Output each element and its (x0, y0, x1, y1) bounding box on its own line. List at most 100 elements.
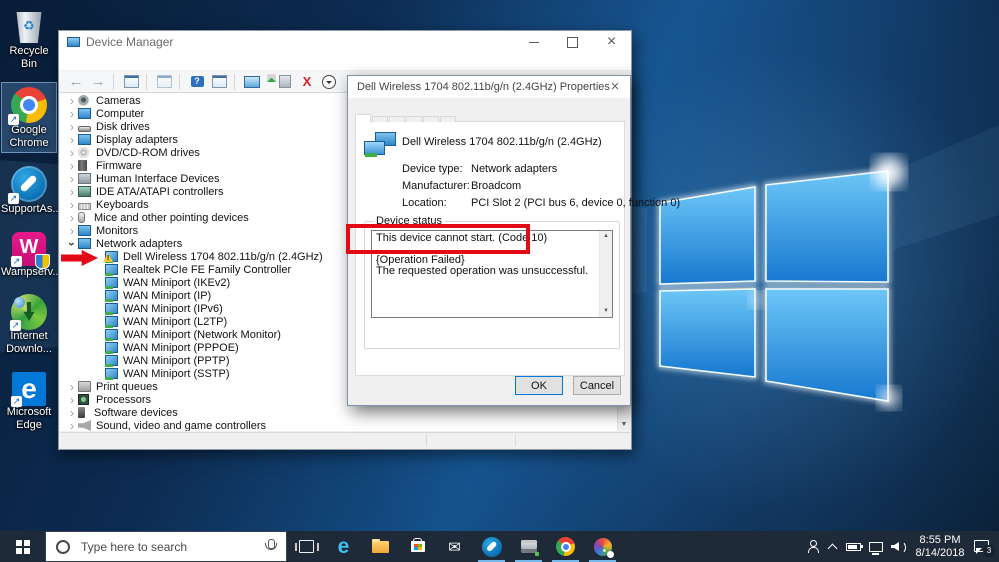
supportassist-taskbar-icon[interactable] (473, 531, 510, 562)
device-category-icon (105, 368, 118, 380)
device-category-icon (105, 290, 118, 302)
windows-logo-icon (15, 539, 22, 546)
chevron-icon[interactable] (66, 235, 78, 253)
tree-item[interactable]: Sound, video and game controllers (60, 419, 617, 431)
edge-taskbar-icon[interactable] (325, 531, 362, 562)
device-category-icon (78, 212, 85, 223)
network-adapter-icon (364, 132, 396, 158)
device-name: Dell Wireless 1704 802.11b/g/n (2.4GHz) (402, 136, 602, 148)
internet-download-manager-desktop-icon[interactable]: ↗ Internet Downlo... (1, 290, 57, 358)
file-explorer-taskbar-icon[interactable] (362, 531, 399, 562)
volume-icon[interactable] (891, 540, 906, 554)
device-category-icon (78, 134, 91, 145)
help-toolbar-icon[interactable] (179, 73, 208, 91)
device-category-icon (78, 147, 89, 158)
advanced-tab[interactable] (372, 116, 388, 122)
desktop-icon-art: ↗ (11, 232, 50, 269)
device-category-icon (105, 251, 118, 263)
microphone-icon[interactable] (264, 539, 277, 554)
field-value: Network adapters (471, 162, 558, 175)
back-toolbar-icon[interactable] (65, 73, 87, 91)
minimize-button[interactable] (514, 31, 553, 53)
device-category-icon (78, 381, 91, 392)
tray-time: 8:55 PM (919, 533, 961, 546)
driver-tab[interactable] (389, 116, 405, 122)
clock[interactable]: 8:55 PM 8/14/2018 (914, 534, 966, 560)
tree-item-label: DVD/CD-ROM drives (96, 146, 200, 159)
device-category-icon (78, 160, 87, 171)
field-row: Manufacturer: Broadcom (402, 177, 622, 194)
device-category-icon (105, 355, 118, 367)
device-fields: Device type: Network adapters Manufactur… (402, 160, 680, 211)
google-chrome-desktop-icon[interactable]: ↗ Google Chrome (1, 82, 57, 153)
tree-item-label: Network adapters (96, 237, 183, 250)
taskbar: 8:55 PM 8/14/2018 3 (0, 531, 999, 562)
tree-item[interactable]: Software devices (60, 406, 617, 419)
chrome-taskbar-icon[interactable] (547, 531, 584, 562)
desktop-icon-label: Recycle Bin (9, 45, 49, 70)
device-category-icon (105, 329, 118, 341)
window-title: Device Manager (86, 35, 174, 49)
action-center-icon[interactable]: 3 (974, 539, 995, 557)
update-toolbar-icon[interactable] (267, 73, 296, 91)
people-icon[interactable] (807, 540, 820, 553)
cancel-button[interactable]: Cancel (573, 376, 621, 395)
scroll-down-icon[interactable]: ▼ (600, 306, 612, 317)
uninstall-toolbar-icon[interactable] (296, 73, 318, 91)
microsoft-edge-desktop-icon[interactable]: ↗ Microsoft Edge (1, 367, 57, 434)
tree-item-label: IDE ATA/ATAPI controllers (96, 185, 224, 198)
task-view-taskbar-icon[interactable] (288, 531, 325, 562)
wampserver-desktop-icon[interactable]: ↗ Wampserv... (1, 227, 62, 281)
device-manager-window-icon (67, 37, 80, 47)
device-manager-titlebar[interactable]: Device Manager (59, 31, 631, 53)
device-category-icon (78, 125, 91, 132)
desktop-icon-label: Google (11, 124, 47, 136)
shortcut-arrow-icon: ↗ (8, 193, 19, 204)
tree-item-label: WAN Miniport (L2TP) (123, 315, 228, 328)
export-toolbar-icon[interactable] (146, 73, 175, 91)
tree-item-label: Keyboards (96, 198, 149, 211)
details-tab[interactable] (406, 116, 422, 122)
shortcut-arrow-icon: ↗ (10, 320, 21, 331)
network-icon[interactable] (869, 541, 883, 555)
tree-item-label: Cameras (96, 94, 141, 107)
close-button[interactable] (592, 31, 631, 53)
properties-toolbar-icon[interactable] (208, 73, 230, 91)
resources-tab[interactable] (440, 116, 456, 122)
scan-toolbar-icon[interactable] (234, 73, 263, 91)
device-manager-taskbar-icon[interactable] (510, 531, 547, 562)
device-category-icon (105, 264, 118, 276)
mail-taskbar-icon[interactable] (436, 531, 473, 562)
paint-taskbar-icon[interactable] (584, 531, 621, 562)
device-category-icon (78, 420, 91, 431)
status-scrollbar[interactable]: ▲ ▼ (599, 231, 612, 317)
scroll-up-icon[interactable]: ▲ (600, 231, 612, 242)
ok-button[interactable]: OK (515, 376, 563, 395)
scroll-down-icon[interactable]: ▼ (618, 418, 630, 431)
search-input[interactable] (79, 538, 264, 555)
tree-item-label: Dell Wireless 1704 802.11b/g/n (2.4GHz) (123, 250, 323, 263)
dialog-titlebar[interactable]: Dell Wireless 1704 802.11b/g/n (2.4GHz) … (348, 76, 630, 98)
start-button[interactable] (0, 531, 45, 562)
tree-item-label: Software devices (94, 406, 178, 419)
general-tab[interactable] (355, 114, 371, 122)
battery-icon[interactable] (846, 542, 863, 551)
maximize-button[interactable] (553, 31, 592, 53)
events-tab[interactable] (423, 116, 439, 122)
tree-item-label: Monitors (96, 224, 139, 237)
store-taskbar-icon[interactable] (399, 531, 436, 562)
show-hidden-icons-icon[interactable] (828, 542, 838, 552)
taskbar-search[interactable] (45, 531, 287, 562)
field-value: Broadcom (471, 179, 522, 192)
tree-item-label: WAN Miniport (IPv6) (123, 302, 223, 315)
desktop-icon-label: Microsoft (6, 406, 52, 418)
recycle-bin-desktop-icon[interactable]: ↗ Recycle Bin (1, 4, 57, 73)
forward-toolbar-icon[interactable] (87, 73, 109, 91)
chevron-icon[interactable] (66, 417, 78, 432)
disable-toolbar-icon[interactable] (318, 73, 340, 91)
supportassist-desktop-icon[interactable]: ↗ SupportAs... (1, 162, 62, 218)
console-toolbar-icon[interactable] (113, 73, 142, 91)
tree-item-label: Processors (96, 393, 152, 406)
dialog-close-icon[interactable] (600, 76, 630, 98)
tree-item-label: WAN Miniport (IKEv2) (123, 276, 231, 289)
